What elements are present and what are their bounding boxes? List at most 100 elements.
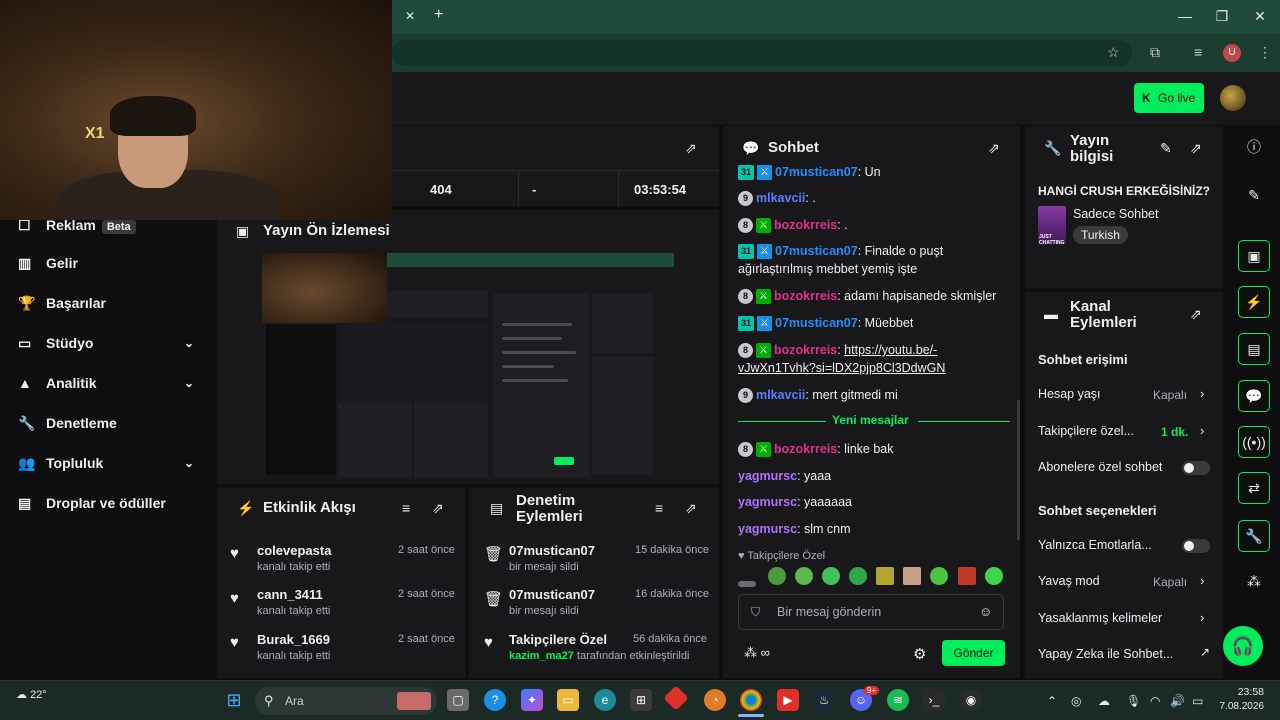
- chat-username[interactable]: yagmursc: [738, 495, 797, 509]
- clip-icon[interactable]: ▣: [1238, 240, 1270, 272]
- wrench-icon[interactable]: 🔧: [1238, 520, 1270, 552]
- mod-user[interactable]: 07mustican07: [509, 543, 595, 558]
- edit-pencil-icon[interactable]: ✎: [1160, 140, 1172, 157]
- maximize-button[interactable]: ❐: [1212, 8, 1232, 25]
- chat-username[interactable]: bozokrreis: [774, 218, 837, 232]
- channel-points-icon[interactable]: ⁂ ∞: [744, 645, 770, 661]
- chat-message[interactable]: 31 ⚔ 07mustican07: Finalde o puşt ağırlaşt…: [738, 242, 1010, 278]
- app-clock-icon[interactable]: ◔: [704, 689, 726, 711]
- popout-icon[interactable]: ⇗: [685, 500, 697, 517]
- user-avatar[interactable]: [1220, 85, 1246, 111]
- emote[interactable]: [985, 567, 1003, 585]
- chat-message[interactable]: 9 mlkavcii: .: [738, 189, 1010, 207]
- spotify-icon[interactable]: ≋: [887, 689, 909, 711]
- sidebar-item-studyo[interactable]: ▭ Stüdyo ⌄: [18, 331, 208, 355]
- raid-icon[interactable]: ⇄: [1238, 472, 1270, 504]
- youtube-icon[interactable]: ▶: [777, 689, 799, 711]
- sidebar-item-gelir[interactable]: ▥ Gelir: [18, 251, 208, 275]
- lightning-icon[interactable]: ⚡: [1238, 286, 1270, 318]
- chevron-right-icon[interactable]: ›: [1200, 423, 1204, 438]
- sidebar-item-droplar[interactable]: ▤ Droplar ve ödüller: [18, 491, 208, 515]
- emote[interactable]: [738, 581, 756, 587]
- chat-message[interactable]: 8 ⚔ bozokrreis: linke bak: [738, 440, 1010, 458]
- go-live-button[interactable]: K Go live: [1134, 83, 1204, 113]
- mod-user[interactable]: Takipçilere Özel: [509, 632, 607, 647]
- category-thumbnail[interactable]: JUST CHATTING: [1038, 206, 1066, 244]
- chevron-right-icon[interactable]: ›: [1200, 610, 1204, 625]
- edge-icon[interactable]: e: [594, 689, 616, 711]
- extensions-icon[interactable]: ⁂: [1238, 566, 1270, 598]
- weather-widget[interactable]: ☁ 22°: [16, 688, 47, 701]
- chat-username[interactable]: 07mustican07: [775, 316, 858, 330]
- chat-username[interactable]: yagmursc: [738, 469, 797, 483]
- chat-input[interactable]: ⛉ Bir mesaj gönderin ☺: [738, 594, 1004, 630]
- close-window-button[interactable]: ✕: [1250, 8, 1270, 25]
- profile-avatar[interactable]: U: [1223, 44, 1241, 62]
- chat-message[interactable]: 9 mlkavcii: mert gitmedi mi: [738, 386, 1010, 404]
- emote[interactable]: [768, 567, 786, 585]
- popout-icon[interactable]: ⇗: [1190, 140, 1202, 157]
- subscribers-only-toggle[interactable]: [1182, 461, 1210, 475]
- edit-pencil-icon[interactable]: ✎: [1238, 180, 1270, 212]
- help-button[interactable]: 🎧: [1223, 626, 1263, 666]
- sidebar-item-denetleme[interactable]: 🔧 Denetleme: [18, 411, 208, 435]
- filter-icon[interactable]: ≡: [402, 500, 410, 516]
- chat-message[interactable]: 8 ⚔ bozokrreis: https://youtu.be/-vJwXn1Tv…: [738, 341, 1010, 377]
- ai-chat-label[interactable]: Yapay Zeka ile Sohbet...: [1038, 647, 1173, 661]
- chat-scrollbar[interactable]: [1017, 400, 1020, 540]
- chat-message[interactable]: 31 ⚔ 07mustican07: Müebbet: [738, 314, 1010, 332]
- task-view-icon[interactable]: ▢: [447, 689, 469, 711]
- category-name[interactable]: Sadece Sohbet: [1073, 207, 1159, 221]
- clock-time[interactable]: 23:58: [1224, 686, 1264, 698]
- sidebar-item-topluluk[interactable]: 👥 Topluluk ⌄: [18, 451, 208, 475]
- emote[interactable]: [849, 567, 867, 585]
- chat-username[interactable]: bozokrreis: [774, 289, 837, 303]
- chrome-icon[interactable]: [740, 689, 762, 711]
- activity-user[interactable]: cann_3411: [257, 587, 323, 602]
- filter-icon[interactable]: ≡: [655, 500, 663, 516]
- chat-message[interactable]: 8 ⚔ bozokrreis: adamı hapisanede skmişler: [738, 287, 1010, 305]
- terminal-icon[interactable]: ›_: [923, 689, 945, 711]
- slow-mode-label[interactable]: Yavaş mod: [1038, 574, 1100, 588]
- popout-icon[interactable]: ⇗: [1190, 306, 1202, 323]
- store-icon[interactable]: ⊞: [630, 689, 652, 711]
- tray-app-icon[interactable]: ◎: [1071, 694, 1081, 708]
- file-explorer-icon[interactable]: ▭: [557, 689, 579, 711]
- popout-icon[interactable]: ⇗: [432, 500, 444, 517]
- chat-message[interactable]: yagmursc: slm cnm: [738, 520, 1010, 538]
- chat-username[interactable]: bozokrreis: [774, 343, 837, 357]
- chat-username[interactable]: bozokrreis: [774, 442, 837, 456]
- chat-username[interactable]: 07mustican07: [775, 165, 858, 179]
- broadcast-icon[interactable]: ((•)): [1238, 426, 1270, 458]
- followers-only-label[interactable]: Takipçilere özel...: [1038, 424, 1134, 438]
- settings-gear-icon[interactable]: ⚙: [913, 645, 926, 663]
- language-tag[interactable]: Turkish: [1073, 226, 1128, 244]
- github-icon[interactable]: ◉: [960, 689, 982, 711]
- browser-menu-icon[interactable]: ⋮: [1258, 44, 1272, 61]
- emote[interactable]: [795, 567, 813, 585]
- sidebar-item-analitik[interactable]: ▲ Analitik ⌄: [18, 371, 208, 395]
- popout-icon[interactable]: ⇗: [685, 140, 697, 157]
- sidebar-item-basarilar[interactable]: 🏆 Başarılar: [18, 291, 208, 315]
- emote-only-toggle[interactable]: [1182, 539, 1210, 553]
- mod-actor[interactable]: kazim_ma27: [509, 650, 574, 662]
- chat-message[interactable]: 8 ⚔ bozokrreis: .: [738, 216, 1010, 234]
- emote[interactable]: [930, 567, 948, 585]
- info-icon[interactable]: ⓘ: [1238, 132, 1270, 164]
- chevron-right-icon[interactable]: ›: [1200, 573, 1204, 588]
- chat-username[interactable]: yagmursc: [738, 522, 797, 536]
- media-control-icon[interactable]: ≡: [1194, 44, 1202, 60]
- chat-message[interactable]: 31 ⚔ 07mustican07: Un: [738, 163, 1010, 181]
- chat-message[interactable]: yagmursc: yaaa: [738, 467, 1010, 485]
- emote[interactable]: [903, 567, 921, 585]
- activity-user[interactable]: colevepasta: [257, 543, 331, 558]
- send-button[interactable]: Gönder: [942, 640, 1005, 666]
- minimize-button[interactable]: —: [1175, 8, 1195, 24]
- close-tab-icon[interactable]: ✕: [405, 9, 415, 23]
- activity-user[interactable]: Burak_1669: [257, 632, 330, 647]
- stream-preview-video[interactable]: [262, 253, 674, 483]
- chat-username[interactable]: mlkavcii: [756, 388, 805, 402]
- copilot-icon[interactable]: ✦: [521, 689, 543, 711]
- battery-icon[interactable]: ▭: [1192, 694, 1203, 708]
- microphone-icon[interactable]: 🎙: [1126, 694, 1141, 708]
